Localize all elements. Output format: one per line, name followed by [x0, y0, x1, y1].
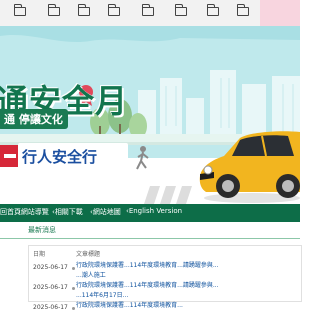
banner-subtitle: 通 停讓文化: [4, 113, 63, 126]
stop-sign-icon: [0, 145, 18, 167]
nav-sitemap-label: 網站地圖: [92, 208, 121, 216]
bullet-icon: [72, 267, 75, 270]
row-title-link[interactable]: 行政院環境保護署...114年度環境教育...: [76, 301, 306, 311]
crosswalk: [144, 186, 192, 204]
news-section: 最新消息 日期 文章標題 2025-06-17 行政院環境保護署...114年度…: [0, 222, 302, 311]
news-table: 日期 文章標題 2025-06-17 行政院環境保護署...114年度環境教育.…: [28, 245, 302, 311]
folder-icon[interactable]: [236, 4, 249, 16]
nav-english-label: English Version: [128, 207, 183, 215]
folder-icon[interactable]: [206, 4, 219, 16]
column-header-date: 日期: [33, 251, 46, 258]
hero-banner: 通安全月 通 停讓文化 行人安全行: [0, 26, 300, 204]
nav-sitemap-guide[interactable]: ‹網站導覽: [18, 207, 49, 217]
row-title-link[interactable]: 行政院環境保護署...114年度環境教育...請踴躍參與...: [76, 281, 306, 291]
main-navbar: 回首頁 ‹網站導覽 ‹相關下載 ‹網站地圖 ‹English Version: [0, 204, 300, 222]
section-title[interactable]: 最新消息: [28, 225, 56, 235]
row-title-link-cont[interactable]: ...潮人施工: [76, 271, 306, 281]
folder-icon[interactable]: [13, 4, 26, 16]
row-date: 2025-06-17: [33, 264, 68, 271]
folder-icon[interactable]: [77, 4, 90, 16]
nav-sitemap[interactable]: ‹網站地圖: [90, 207, 121, 217]
section-tab: 最新消息: [0, 222, 300, 239]
row-date: 2025-06-17: [33, 304, 68, 311]
folder-icon[interactable]: [107, 4, 120, 16]
nav-downloads-label: 相關下載: [54, 208, 83, 216]
banner-slogan: 行人安全行: [22, 148, 98, 166]
folder-icon[interactable]: [174, 4, 187, 16]
bookmark-highlight: [260, 0, 300, 26]
nav-sitemap-guide-label: 網站導覽: [20, 208, 49, 216]
bullet-icon: [72, 287, 75, 290]
folder-icon[interactable]: [47, 4, 60, 16]
bookmarks-bar: [0, 0, 300, 27]
column-header-title: 文章標題: [76, 251, 101, 258]
banner-subtitle-box: 通 停讓文化: [0, 109, 68, 129]
nav-english[interactable]: ‹English Version: [126, 207, 182, 215]
row-date: 2025-06-17: [33, 284, 68, 291]
nav-downloads[interactable]: ‹相關下載: [52, 207, 83, 217]
city-skyline: [138, 70, 300, 142]
row-title-link[interactable]: 行政院環境保護署...114年度環境教育...請踴躍參與...: [76, 261, 306, 271]
bullet-icon: [72, 307, 75, 310]
folder-icon[interactable]: [141, 4, 154, 16]
slogan-box: 行人安全行: [18, 143, 128, 169]
